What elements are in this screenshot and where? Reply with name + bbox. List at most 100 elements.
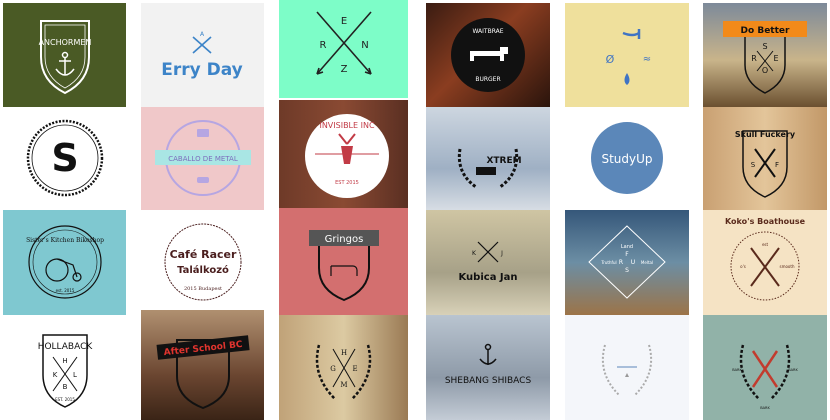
erryday-top-letter: A bbox=[200, 31, 205, 38]
tile-kokos[interactable]: Koko's Boathouse o's smooth est bbox=[703, 210, 827, 315]
caballo-logo: CABALLO DE METAL bbox=[155, 120, 251, 196]
kubica-jan-logo: K J Kubica Jan bbox=[458, 241, 518, 283]
gringos-text: Gringos bbox=[325, 234, 364, 245]
holla-l: L bbox=[73, 371, 77, 379]
caballo-text: CABALLO DE METAL bbox=[168, 155, 238, 163]
anchormen-text: ANCHORMEN bbox=[39, 38, 92, 47]
budapest-text: 2015 Budapest bbox=[184, 286, 222, 292]
xtrem-logo: XTREM bbox=[457, 148, 522, 189]
hollaback-logo: HOLLABACK H K L B EST. 2015 bbox=[38, 334, 93, 408]
renz-e: E bbox=[341, 16, 347, 27]
koko-right: smooth bbox=[780, 264, 795, 269]
laurel-wreath-icon bbox=[601, 344, 653, 396]
land-left: Truthful bbox=[600, 260, 616, 265]
cow-icon bbox=[330, 265, 358, 276]
tile-after-school[interactable]: After School BC bbox=[141, 310, 264, 420]
kokos-logo: Koko's Boathouse o's smooth est bbox=[725, 217, 806, 301]
cow-icon bbox=[476, 167, 496, 175]
tile-studyup[interactable]: StudyUp bbox=[565, 107, 689, 210]
axe-logo: BARK BARK BARK bbox=[732, 344, 798, 410]
skull-fuckery-logo: Skull Fuckery S F bbox=[735, 130, 796, 198]
tile-gringos[interactable]: Gringos bbox=[279, 208, 408, 315]
waitbrae-logo: WAITBRAE BURGER bbox=[451, 18, 525, 92]
logo-gallery-grid: ANCHORMEN A Erry Day E R N Z WAITBRAE BU… bbox=[0, 0, 830, 420]
koko-left: o's bbox=[740, 264, 746, 269]
holla-est: EST. 2015 bbox=[55, 397, 75, 402]
tile-shebang[interactable]: SHEBANG SHIBACS bbox=[426, 315, 550, 420]
gringos-logo: Gringos bbox=[309, 230, 379, 302]
invisible-inc-text: INVISIBLE INC bbox=[319, 121, 375, 130]
tile-sisters-kitchen[interactable]: Sister's Kitchen Bikeshop est. 2015 bbox=[3, 210, 126, 315]
koko-sub: est bbox=[762, 242, 769, 247]
tile-erryday[interactable]: A Erry Day bbox=[141, 3, 264, 107]
camera-icon bbox=[197, 129, 209, 137]
tile-waitbrae[interactable]: WAITBRAE BURGER bbox=[426, 3, 550, 107]
anchor-icon bbox=[55, 51, 75, 76]
kubica-k: K bbox=[472, 250, 477, 257]
hem-g: G bbox=[330, 365, 336, 373]
tile-do-better[interactable]: Do Better S R E O bbox=[703, 3, 827, 107]
land-top: Land bbox=[621, 244, 633, 250]
kubica-j: J bbox=[500, 250, 503, 257]
renz-z: Z bbox=[341, 64, 348, 75]
skull-f: F bbox=[775, 161, 779, 169]
tile-s-circle[interactable]: S bbox=[3, 107, 126, 210]
cafe-racer-logo: Café Racer Találkozó 2015 Budapest bbox=[164, 223, 242, 301]
talalkozo-text: Találkozó bbox=[177, 264, 229, 276]
tile-renz[interactable]: E R N Z bbox=[279, 0, 408, 98]
pipe-icon bbox=[622, 29, 641, 39]
rainbow-icon bbox=[197, 177, 209, 183]
axe-right: BARK bbox=[788, 368, 798, 372]
tile-caballo[interactable]: CABALLO DE METAL bbox=[141, 107, 264, 210]
do-better-text: Do Better bbox=[741, 26, 790, 36]
skull-fuckery-text: Skull Fuckery bbox=[735, 130, 796, 139]
sisters-kitchen-text: Sister's Kitchen Bikeshop bbox=[26, 237, 104, 244]
anchormen-logo: ANCHORMEN bbox=[39, 20, 92, 95]
land-s: S bbox=[625, 267, 629, 274]
invisible-inc-logo: INVISIBLE INC EST 2015 bbox=[305, 114, 389, 198]
tile-land[interactable]: Land Truthful R F U S Meltal bbox=[565, 210, 689, 315]
land-r: R bbox=[619, 259, 623, 266]
tile-xtrem[interactable]: XTREM bbox=[426, 107, 550, 210]
after-school-logo: After School BC bbox=[156, 335, 250, 410]
minimal-wreath-logo bbox=[601, 344, 653, 396]
tile-minimal-wreath[interactable] bbox=[565, 315, 689, 420]
axe-left: BARK bbox=[732, 368, 742, 372]
sisters-est: est. 2015 bbox=[56, 288, 75, 293]
svg-text:E: E bbox=[773, 54, 778, 63]
cafe-racer-text: Café Racer bbox=[170, 248, 237, 261]
tile-anchormen[interactable]: ANCHORMEN bbox=[3, 3, 126, 107]
hem-logo: H G E M bbox=[315, 344, 372, 400]
erryday-text: Erry Day bbox=[161, 60, 243, 80]
s-circle-logo: S bbox=[26, 119, 104, 197]
holla-h: H bbox=[62, 357, 67, 365]
flame-icon bbox=[624, 73, 630, 85]
land-right: Meltal bbox=[641, 260, 653, 265]
do-better-logo: Do Better S R E O bbox=[723, 21, 807, 94]
skull-s: S bbox=[751, 161, 756, 169]
tile-cafe-racer[interactable]: Café Racer Találkozó 2015 Budapest bbox=[141, 210, 264, 315]
tile-hollaback[interactable]: HOLLABACK H K L B EST. 2015 bbox=[3, 315, 126, 420]
shebang-logo: SHEBANG SHIBACS bbox=[445, 343, 531, 386]
approx-glyph: ≈ bbox=[643, 54, 651, 65]
sreo-letters: S R E O bbox=[751, 42, 778, 75]
svg-text:R: R bbox=[751, 54, 757, 63]
tile-skull-fuckery[interactable]: Skull Fuckery S F bbox=[703, 107, 827, 210]
small-triangle-icon bbox=[625, 373, 629, 377]
tile-axe[interactable]: BARK BARK BARK bbox=[703, 315, 827, 420]
renz-r: R bbox=[320, 40, 327, 51]
waitbrae-text: WAITBRAE bbox=[472, 28, 503, 35]
crossed-arrows-icon bbox=[477, 241, 499, 263]
kubica-jan-text: Kubica Jan bbox=[458, 272, 517, 283]
land-logo: Land Truthful R F U S Meltal bbox=[588, 225, 666, 299]
land-f: F bbox=[625, 251, 629, 258]
tile-pipe[interactable]: Ø ≈ bbox=[565, 3, 689, 107]
s-letter: S bbox=[51, 136, 78, 180]
crossed-oars-icon bbox=[750, 247, 780, 287]
crossed-axes-icon bbox=[754, 148, 776, 178]
tile-hem[interactable]: H G E M bbox=[279, 315, 408, 420]
tile-invisible-inc[interactable]: INVISIBLE INC EST 2015 bbox=[279, 100, 408, 208]
empty-set-glyph: Ø bbox=[606, 53, 615, 66]
tile-kubica-jan[interactable]: K J Kubica Jan bbox=[426, 210, 550, 315]
hem-e: E bbox=[352, 365, 357, 373]
